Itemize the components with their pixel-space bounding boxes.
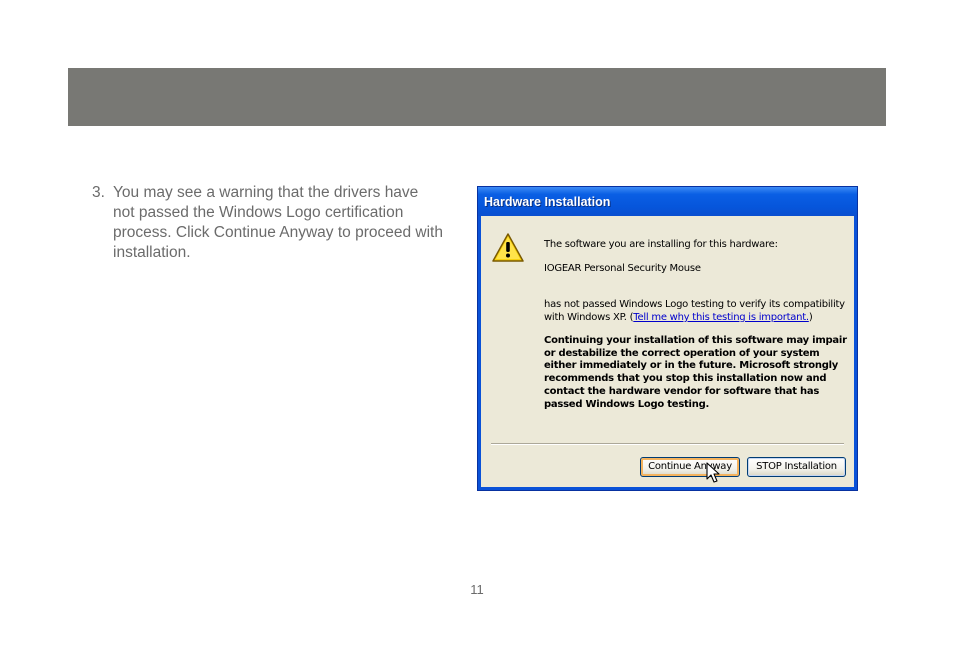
separator (491, 443, 844, 445)
compatibility-line-1: has not passed Windows Logo testing to v… (544, 299, 845, 310)
testing-info-link[interactable]: Tell me why this testing is important. (633, 312, 809, 323)
warning-icon (492, 233, 524, 262)
dialog-body: The software you are installing for this… (481, 216, 854, 487)
dialog-title-bar[interactable]: Hardware Installation (478, 187, 857, 216)
message-intro: The software you are installing for this… (544, 239, 778, 250)
stop-installation-button[interactable]: STOP Installation (747, 457, 846, 477)
compatibility-message: has not passed Windows Logo testing to v… (544, 298, 845, 324)
header-band (68, 68, 886, 126)
compatibility-line-2: with Windows XP. (Tell me why this testi… (544, 311, 845, 324)
mouse-cursor-icon (706, 462, 720, 483)
page-number: 11 (470, 582, 484, 597)
hardware-installation-dialog: Hardware Installation The software you a… (477, 186, 858, 491)
dialog-title: Hardware Installation (484, 195, 611, 209)
compatibility-suffix: ) (808, 312, 813, 323)
step-number: 3. (92, 184, 105, 201)
warning-text: Continuing your installation of this sof… (544, 335, 847, 410)
continue-anyway-button[interactable]: Continue Anyway (640, 457, 740, 477)
compatibility-prefix: with Windows XP. ( (544, 312, 634, 323)
step-text: You may see a warning that the drivers h… (113, 184, 443, 261)
device-name: IOGEAR Personal Security Mouse (544, 263, 701, 274)
